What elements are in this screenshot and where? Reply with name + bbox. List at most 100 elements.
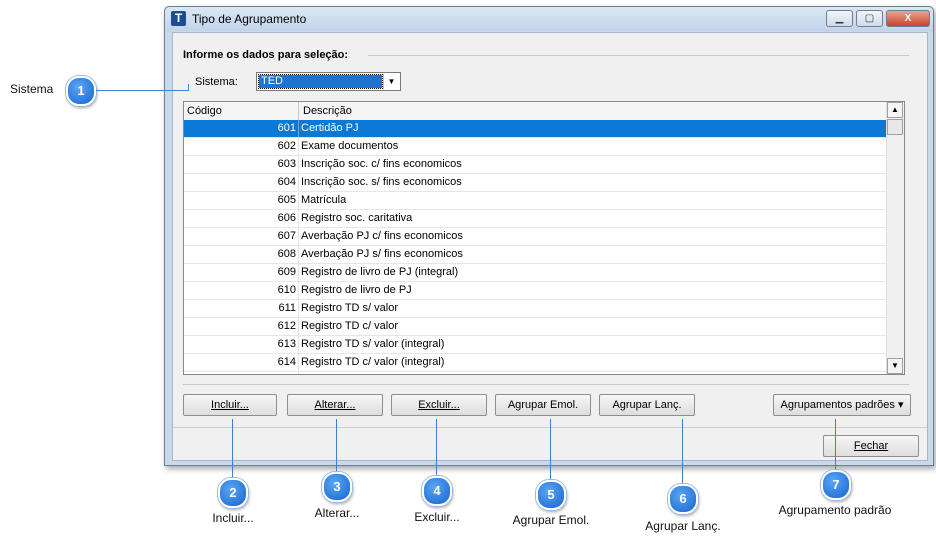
excluir-label: Excluir...	[418, 399, 460, 411]
cell-codigo: 602	[277, 140, 296, 152]
table-row[interactable]: 613 Registro TD s/ valor (integral)	[184, 336, 887, 354]
callout-caption-agrupar-lanc: Agrupar Lanç.	[645, 519, 721, 533]
dialog-client-area: Informe os dados para seleção: Sistema: …	[172, 32, 928, 461]
table-row[interactable]: 603 Inscrição soc. c/ fins economicos	[184, 156, 887, 174]
group-divider	[368, 55, 909, 56]
table-row[interactable]: 609 Registro de livro de PJ (integral)	[184, 264, 887, 282]
callout-caption-agrupamento-padrao: Agrupamento padrão	[778, 503, 892, 517]
scroll-thumb[interactable]	[887, 119, 903, 135]
callout-badge-7: 7	[821, 470, 851, 500]
cell-divider	[298, 372, 299, 374]
vertical-scrollbar[interactable]: ▲ ▼	[886, 102, 904, 374]
maximize-button[interactable]: ▢	[856, 10, 883, 27]
callout-badge-4: 4	[422, 476, 452, 506]
cell-divider	[298, 120, 299, 137]
sistema-select[interactable]: TED ▼	[256, 72, 401, 91]
tipos-grid[interactable]: Código Descrição 601 Certidão PJ 602 Exame …	[183, 101, 905, 375]
cell-codigo: 604	[277, 176, 296, 188]
fechar-label: Fechar	[853, 440, 889, 452]
table-row[interactable]: 606 Registro soc. caritativa	[184, 210, 887, 228]
table-row[interactable]: 612 Registro TD c/ valor	[184, 318, 887, 336]
cell-divider	[298, 192, 299, 209]
cell-codigo: 609	[277, 266, 296, 278]
callout-line-6	[682, 419, 683, 485]
callout-line-1	[96, 90, 188, 91]
cell-descricao: Matrícula	[301, 194, 347, 206]
cell-codigo: 606	[277, 212, 296, 224]
incluir-label: Incluir...	[211, 399, 249, 411]
callout-caption-excluir: Excluir...	[414, 510, 460, 524]
column-header-codigo[interactable]: Código	[187, 105, 222, 117]
table-row[interactable]: 601 Certidão PJ	[184, 120, 887, 138]
cell-descricao: Inscrição soc. s/ fins economicos	[301, 176, 462, 188]
table-row[interactable]: 602 Exame documentos	[184, 138, 887, 156]
cell-descricao: Registro soc. caritativa	[301, 212, 413, 224]
incluir-button[interactable]: Incluir...	[183, 394, 277, 416]
cell-descricao: Averbação PJ s/ fins economicos	[301, 248, 463, 260]
callout-line-7	[835, 419, 836, 471]
cell-divider	[298, 300, 299, 317]
cell-divider	[298, 318, 299, 335]
title-bar[interactable]: T Tipo de Agrupamento ▁ ▢ X	[165, 7, 933, 31]
cell-codigo: 607	[277, 230, 296, 242]
cell-divider	[298, 354, 299, 371]
agrupar-lanc-button[interactable]: Agrupar Lanç.	[599, 394, 695, 416]
callout-badge-1: 1	[66, 76, 96, 106]
table-row[interactable]: 604 Inscrição soc. s/ fins economicos	[184, 174, 887, 192]
cell-divider	[298, 336, 299, 353]
cell-codigo: 601	[277, 122, 296, 134]
cell-divider	[298, 282, 299, 299]
agrupar-emol-button[interactable]: Agrupar Emol.	[495, 394, 591, 416]
cell-codigo: 612	[277, 320, 296, 332]
alterar-label: Alterar...	[314, 399, 356, 411]
grid-rows: 601 Certidão PJ 602 Exame documentos 603 Insc…	[184, 120, 887, 374]
scroll-up-icon[interactable]: ▲	[887, 102, 903, 118]
cell-divider	[298, 156, 299, 173]
alterar-button[interactable]: Alterar...	[287, 394, 383, 416]
cell-descricao: Registro TD s/ valor	[301, 302, 398, 314]
column-header-descricao[interactable]: Descrição	[303, 105, 352, 117]
cell-divider	[298, 138, 299, 155]
table-row[interactable]: 610 Registro de livro de PJ	[184, 282, 887, 300]
callout-caption-agrupar-emol: Agrupar Emol.	[512, 513, 590, 527]
callout-line-5	[550, 419, 551, 481]
group-title: Informe os dados para seleção:	[183, 49, 349, 61]
cell-divider	[298, 264, 299, 281]
minimize-button[interactable]: ▁	[826, 10, 853, 27]
callout-badge-5: 5	[536, 480, 566, 510]
agrupamentos-padroes-button[interactable]: Agrupamentos padrões ▾	[773, 394, 911, 416]
cell-descricao: Averbação PJ c/ fins economicos	[301, 230, 463, 242]
close-window-button[interactable]: X	[886, 10, 930, 27]
callout-badge-3: 3	[322, 472, 352, 502]
cell-descricao: Registro TD c/ valor	[301, 320, 398, 332]
dialog-window: T Tipo de Agrupamento ▁ ▢ X Informe os d…	[164, 6, 934, 466]
cell-descricao: Registro de livro de PJ (integral)	[301, 266, 459, 278]
callout-caption-alterar: Alterar...	[314, 506, 360, 520]
callout-badge-6: 6	[668, 484, 698, 514]
cell-descricao: Inscrição soc. c/ fins economicos	[301, 158, 462, 170]
table-row[interactable]: 608 Averbação PJ s/ fins economicos	[184, 246, 887, 264]
table-row[interactable]: 607 Averbação PJ c/ fins economicos	[184, 228, 887, 246]
cell-divider	[298, 174, 299, 191]
cell-codigo: 611	[278, 302, 296, 314]
chevron-down-icon[interactable]: ▼	[383, 74, 399, 89]
agrupar-lanc-label: Agrupar Lanç.	[612, 399, 682, 411]
cell-codigo: 610	[277, 284, 296, 296]
sistema-value: TED	[258, 74, 383, 89]
column-divider[interactable]	[298, 102, 299, 120]
excluir-button[interactable]: Excluir...	[391, 394, 487, 416]
table-row[interactable]: 615 Averbação de livro de PJ (integral)	[184, 372, 887, 374]
fechar-button[interactable]: Fechar	[823, 435, 919, 457]
cell-codigo: 615	[184, 372, 296, 374]
sistema-label: Sistema:	[195, 76, 238, 88]
callout-line-2	[232, 419, 233, 479]
table-row[interactable]: 605 Matrícula	[184, 192, 887, 210]
cell-divider	[298, 228, 299, 245]
cell-descricao: Certidão PJ	[301, 122, 359, 134]
scroll-down-icon[interactable]: ▼	[887, 358, 903, 374]
table-row[interactable]: 611 Registro TD s/ valor	[184, 300, 887, 318]
button-row-divider	[183, 384, 909, 385]
table-row[interactable]: 614 Registro TD c/ valor (integral)	[184, 354, 887, 372]
callout-badge-2: 2	[218, 478, 248, 508]
cell-codigo: 605	[277, 194, 296, 206]
